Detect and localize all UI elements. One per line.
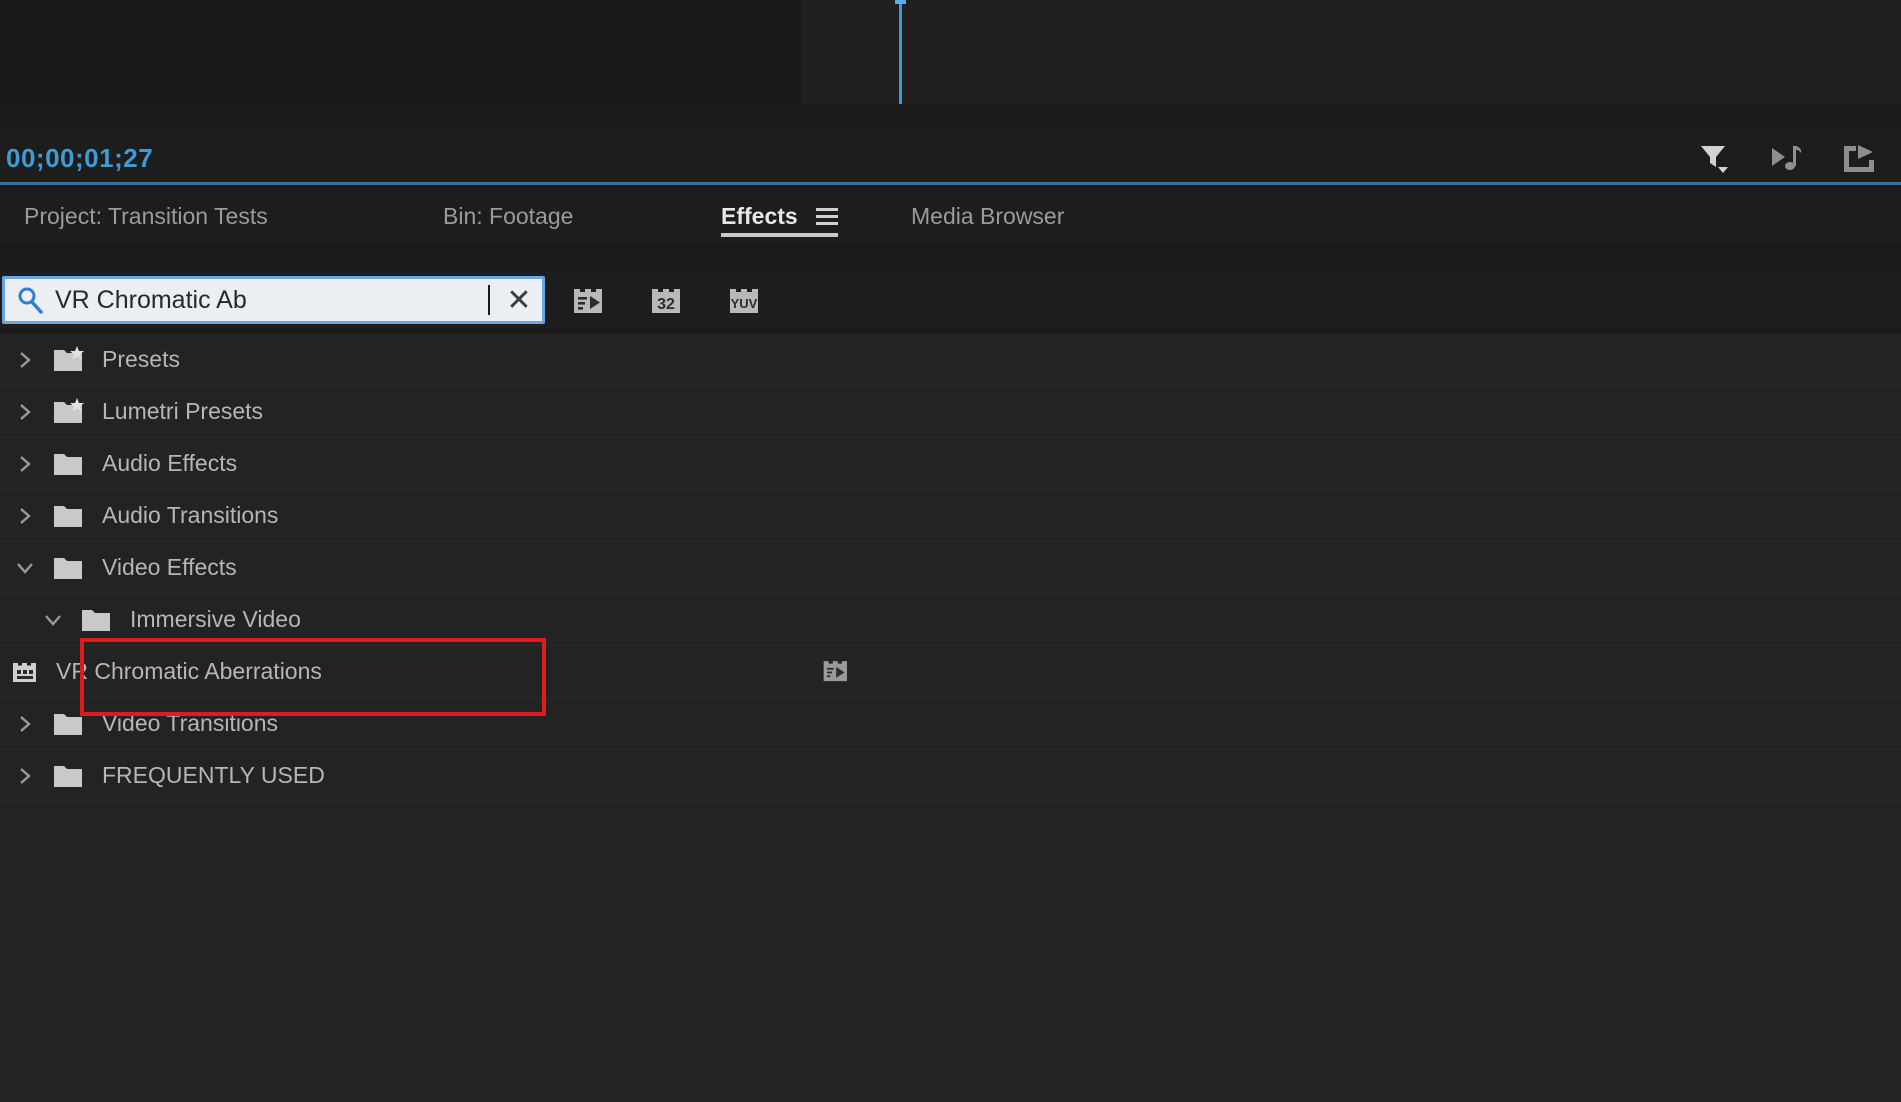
tree-row-video-transitions[interactable]: Video Transitions: [0, 698, 1901, 750]
playhead-indicator[interactable]: [899, 0, 902, 108]
search-input[interactable]: [55, 285, 488, 315]
panel-tab-bar: Project: Transition Tests Bin: Footage E…: [0, 188, 1901, 244]
chevron-right-icon[interactable]: [8, 395, 42, 429]
folder-icon: [52, 761, 86, 791]
filter-label-yuv: YUV: [731, 296, 758, 311]
tree-label: Presets: [102, 346, 180, 372]
chevron-right-icon[interactable]: [8, 447, 42, 481]
search-row: ✕ 32 YUV: [0, 272, 1901, 328]
filter-funnel-icon[interactable]: [1693, 137, 1733, 177]
tree-row-vr-chromatic-aberrations[interactable]: VR Chromatic Aberrations: [0, 646, 1901, 698]
tree-row-frequently-used[interactable]: FREQUENTLY USED: [0, 750, 1901, 802]
folder-icon: [52, 449, 86, 479]
chevron-right-icon[interactable]: [8, 499, 42, 533]
accelerated-effects-icon: [820, 657, 854, 687]
chevron-right-icon[interactable]: [8, 343, 42, 377]
tab-bin-label: Bin: Footage: [443, 202, 574, 229]
accelerated-effects-filter[interactable]: [568, 280, 608, 320]
timecode-bar: 00;00;01;27: [0, 132, 1901, 185]
folder-preset-icon: [52, 397, 86, 427]
tree-label: Lumetri Presets: [102, 398, 264, 424]
clear-search-icon[interactable]: ✕: [496, 277, 542, 323]
search-icon: [15, 285, 45, 315]
tab-bin-footage[interactable]: Bin: Footage: [443, 188, 573, 244]
tab-project[interactable]: Project: Transition Tests: [24, 188, 268, 244]
effect-filter-toolbar: 32 YUV: [568, 280, 764, 320]
chevron-right-icon[interactable]: [8, 759, 42, 793]
timecode-display[interactable]: 00;00;01;27: [6, 143, 153, 174]
tree-label: Video Transitions: [102, 710, 279, 736]
tab-project-label: Project: Transition Tests: [24, 202, 268, 229]
tab-media-browser[interactable]: Media Browser: [911, 188, 1064, 244]
tree-label: Immersive Video: [130, 606, 301, 632]
text-caret: [488, 285, 490, 315]
empty-list-area[interactable]: [0, 802, 1901, 1102]
chevron-down-icon[interactable]: [8, 551, 42, 585]
32bit-color-filter[interactable]: 32: [646, 280, 686, 320]
folder-icon: [52, 709, 86, 739]
tree-label: Audio Effects: [102, 450, 238, 476]
tree-label: VR Chromatic Aberrations: [56, 658, 322, 684]
tab-effects-label: Effects: [721, 202, 798, 229]
tree-label: Audio Transitions: [102, 502, 279, 528]
tree-row-video-effects[interactable]: Video Effects: [0, 542, 1901, 594]
tab-active-underline: [721, 233, 838, 237]
scrollbar-row: [0, 104, 1901, 234]
folder-preset-icon: [52, 345, 86, 375]
tab-media-label: Media Browser: [911, 202, 1065, 229]
tree-label: Video Effects: [102, 554, 237, 580]
search-field[interactable]: ✕: [2, 276, 545, 324]
folder-icon: [52, 553, 86, 583]
tree-row-lumetri-presets[interactable]: Lumetri Presets: [0, 386, 1901, 438]
timeline-track-area[interactable]: [802, 0, 1901, 108]
monitor-preview-area[interactable]: [0, 0, 800, 108]
folder-icon: [52, 501, 86, 531]
tree-label: FREQUENTLY USED: [102, 762, 325, 788]
export-frame-icon[interactable]: [1837, 137, 1877, 177]
chevron-down-icon[interactable]: [36, 603, 70, 637]
yuv-color-filter[interactable]: YUV: [724, 280, 764, 320]
hamburger-icon[interactable]: [815, 207, 838, 225]
filter-label-32: 32: [657, 296, 675, 313]
play-audio-icon[interactable]: [1765, 137, 1805, 177]
timecode-toolbar: [1693, 137, 1877, 177]
playhead-handle[interactable]: [895, 0, 906, 4]
tree-row-presets[interactable]: Presets: [0, 334, 1901, 386]
chevron-right-icon[interactable]: [8, 707, 42, 741]
tree-row-audio-effects[interactable]: Audio Effects: [0, 438, 1901, 490]
folder-icon: [80, 605, 114, 635]
program-monitor-strip: [0, 0, 1901, 108]
tree-row-immersive-video[interactable]: Immersive Video: [0, 594, 1901, 646]
tree-row-audio-transitions[interactable]: Audio Transitions: [0, 490, 1901, 542]
effect-icon: [10, 657, 40, 687]
tab-effects[interactable]: Effects: [721, 188, 838, 244]
effects-tree-list[interactable]: Presets Lumetri Presets Audio Effects Au…: [0, 334, 1901, 1102]
